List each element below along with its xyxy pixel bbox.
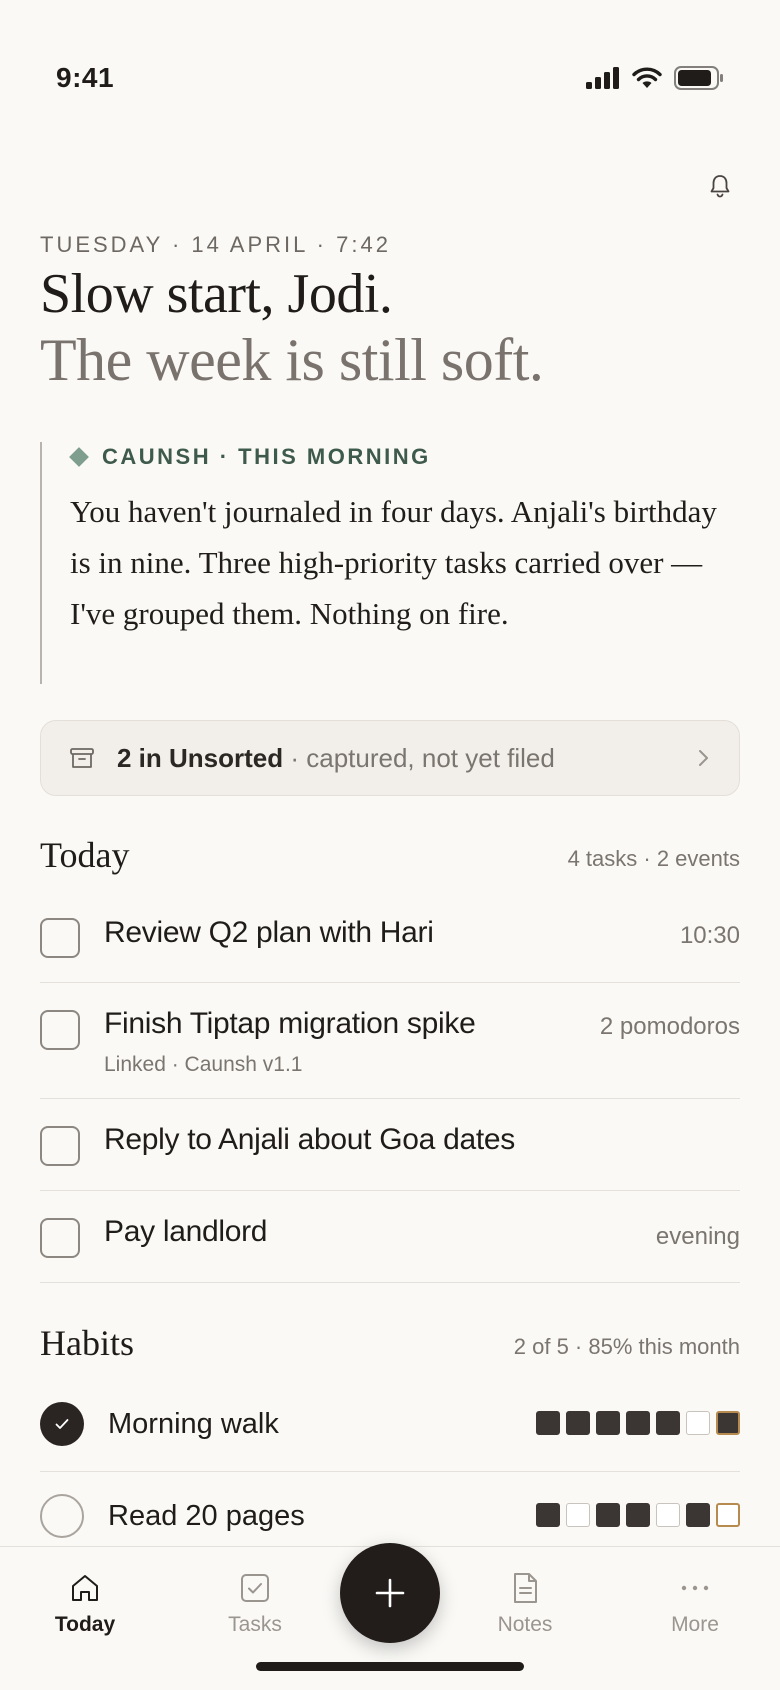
task-row[interactable]: Finish Tiptap migration spike Linked · C… bbox=[40, 983, 740, 1099]
task-title: Finish Tiptap migration spike bbox=[104, 1007, 476, 1040]
bell-icon bbox=[710, 175, 730, 198]
tab-tasks[interactable]: Tasks bbox=[195, 1571, 315, 1637]
plus-icon bbox=[375, 1578, 405, 1608]
tab-notes[interactable]: Notes bbox=[465, 1571, 585, 1637]
status-bar: 9:41 bbox=[0, 0, 780, 160]
habit-day bbox=[566, 1503, 590, 1527]
task-when: evening bbox=[655, 1223, 740, 1250]
habit-title: Read 20 pages bbox=[108, 1500, 305, 1532]
add-button[interactable] bbox=[340, 1543, 440, 1643]
habit-day bbox=[686, 1503, 710, 1527]
task-row[interactable]: Reply to Anjali about Goa dates bbox=[40, 1099, 740, 1191]
tab-today[interactable]: Today bbox=[25, 1571, 145, 1637]
unsorted-detail: · captured, not yet filed bbox=[283, 742, 555, 773]
habit-day bbox=[536, 1503, 560, 1527]
unsorted-label: 2 in Unsorted · captured, not yet filed bbox=[117, 743, 555, 774]
habit-day bbox=[596, 1503, 620, 1527]
unsorted-count: 2 in Unsorted bbox=[117, 742, 284, 773]
task-time: 10:30 bbox=[679, 922, 740, 949]
habit-day bbox=[656, 1503, 680, 1527]
habit-day bbox=[626, 1503, 650, 1527]
habit-day bbox=[596, 1411, 620, 1435]
tab-tasks-label: Tasks bbox=[228, 1613, 282, 1636]
diamond-icon bbox=[69, 447, 89, 467]
briefing-tag-label: CAUNSH · THIS MORNING bbox=[102, 444, 431, 469]
tab-today-label: Today bbox=[54, 1613, 116, 1636]
task-row[interactable]: Pay landlord evening bbox=[40, 1191, 740, 1283]
greeting-title: Slow start, Jodi. bbox=[40, 263, 393, 325]
task-checkbox[interactable] bbox=[40, 1126, 80, 1166]
task-estimate: 2 pomodoros bbox=[599, 1013, 740, 1040]
notifications-button[interactable] bbox=[704, 170, 736, 202]
habits-section-meta: 2 of 5 · 85% this month bbox=[513, 1334, 740, 1359]
task-checkbox[interactable] bbox=[40, 1010, 80, 1050]
status-icons bbox=[586, 66, 724, 90]
habit-day bbox=[566, 1411, 590, 1435]
habits-section-title: Habits bbox=[40, 1323, 134, 1363]
briefing-body: You haven't journaled in four days. Anja… bbox=[70, 494, 717, 631]
cellular-signal-icon bbox=[586, 67, 619, 89]
task-row[interactable]: Review Q2 plan with Hari 10:30 bbox=[40, 900, 740, 983]
chevron-right-icon bbox=[699, 750, 708, 766]
task-checkbox[interactable] bbox=[40, 1218, 80, 1258]
checkbox-icon bbox=[241, 1574, 269, 1602]
habit-week-grid bbox=[536, 1411, 740, 1435]
briefing-tag: CAUNSH · THIS MORNING bbox=[69, 444, 740, 470]
habit-week-grid bbox=[536, 1503, 740, 1527]
today-section-title: Today bbox=[40, 835, 130, 875]
habit-day-today bbox=[716, 1503, 740, 1527]
habit-day bbox=[656, 1411, 680, 1435]
task-title: Review Q2 plan with Hari bbox=[104, 916, 434, 949]
status-time: 9:41 bbox=[56, 62, 115, 93]
today-section-meta: 4 tasks · 2 events bbox=[567, 846, 740, 871]
habit-day bbox=[536, 1411, 560, 1435]
habit-row[interactable]: Morning walk bbox=[40, 1380, 740, 1472]
more-dots-icon bbox=[681, 1585, 709, 1591]
tab-notes-label: Notes bbox=[497, 1613, 553, 1636]
archive-box-icon bbox=[70, 748, 94, 768]
home-indicator bbox=[256, 1662, 524, 1671]
task-checkbox[interactable] bbox=[40, 918, 80, 958]
tab-more[interactable]: More bbox=[635, 1571, 755, 1637]
greeting-subline: The week is still soft. bbox=[40, 327, 544, 393]
wifi-icon bbox=[632, 67, 662, 88]
habit-day-today bbox=[716, 1411, 740, 1435]
habit-title: Morning walk bbox=[108, 1408, 279, 1440]
morning-briefing: CAUNSH · THIS MORNING You haven't journa… bbox=[40, 442, 740, 684]
habit-check-button[interactable] bbox=[40, 1494, 84, 1538]
battery-icon bbox=[674, 66, 723, 90]
task-title: Reply to Anjali about Goa dates bbox=[104, 1123, 515, 1156]
document-icon bbox=[514, 1573, 537, 1603]
home-icon bbox=[72, 1575, 98, 1601]
unsorted-banner[interactable]: 2 in Unsorted · captured, not yet filed bbox=[40, 720, 740, 796]
date-eyebrow: TUESDAY · 14 APRIL · 7:42 bbox=[40, 232, 391, 257]
habit-check-button[interactable] bbox=[40, 1402, 84, 1446]
tab-more-label: More bbox=[671, 1613, 719, 1636]
task-title: Pay landlord bbox=[104, 1215, 268, 1248]
task-subtitle: Linked · Caunsh v1.1 bbox=[104, 1053, 303, 1076]
habit-day bbox=[686, 1411, 710, 1435]
checkmark-icon bbox=[55, 1419, 69, 1429]
habit-day bbox=[626, 1411, 650, 1435]
